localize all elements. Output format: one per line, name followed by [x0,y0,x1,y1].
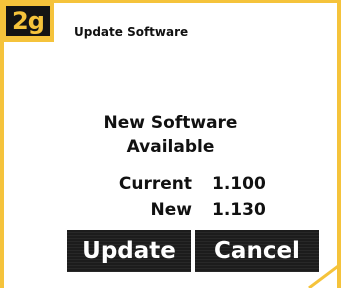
screen-badge: 2g [0,0,54,42]
current-version-label: Current [118,174,192,194]
new-version-label: New [150,200,192,220]
message-heading-line1: New Software [103,113,238,133]
corner-accent-decoration [308,262,341,288]
page-title: Update Software [74,25,189,39]
screen-code: 2g [6,6,50,36]
update-button[interactable]: Update [67,230,191,272]
current-version-value: 1.100 [212,174,266,194]
new-version-value: 1.130 [212,200,266,220]
message-heading-line2: Available [126,137,215,157]
